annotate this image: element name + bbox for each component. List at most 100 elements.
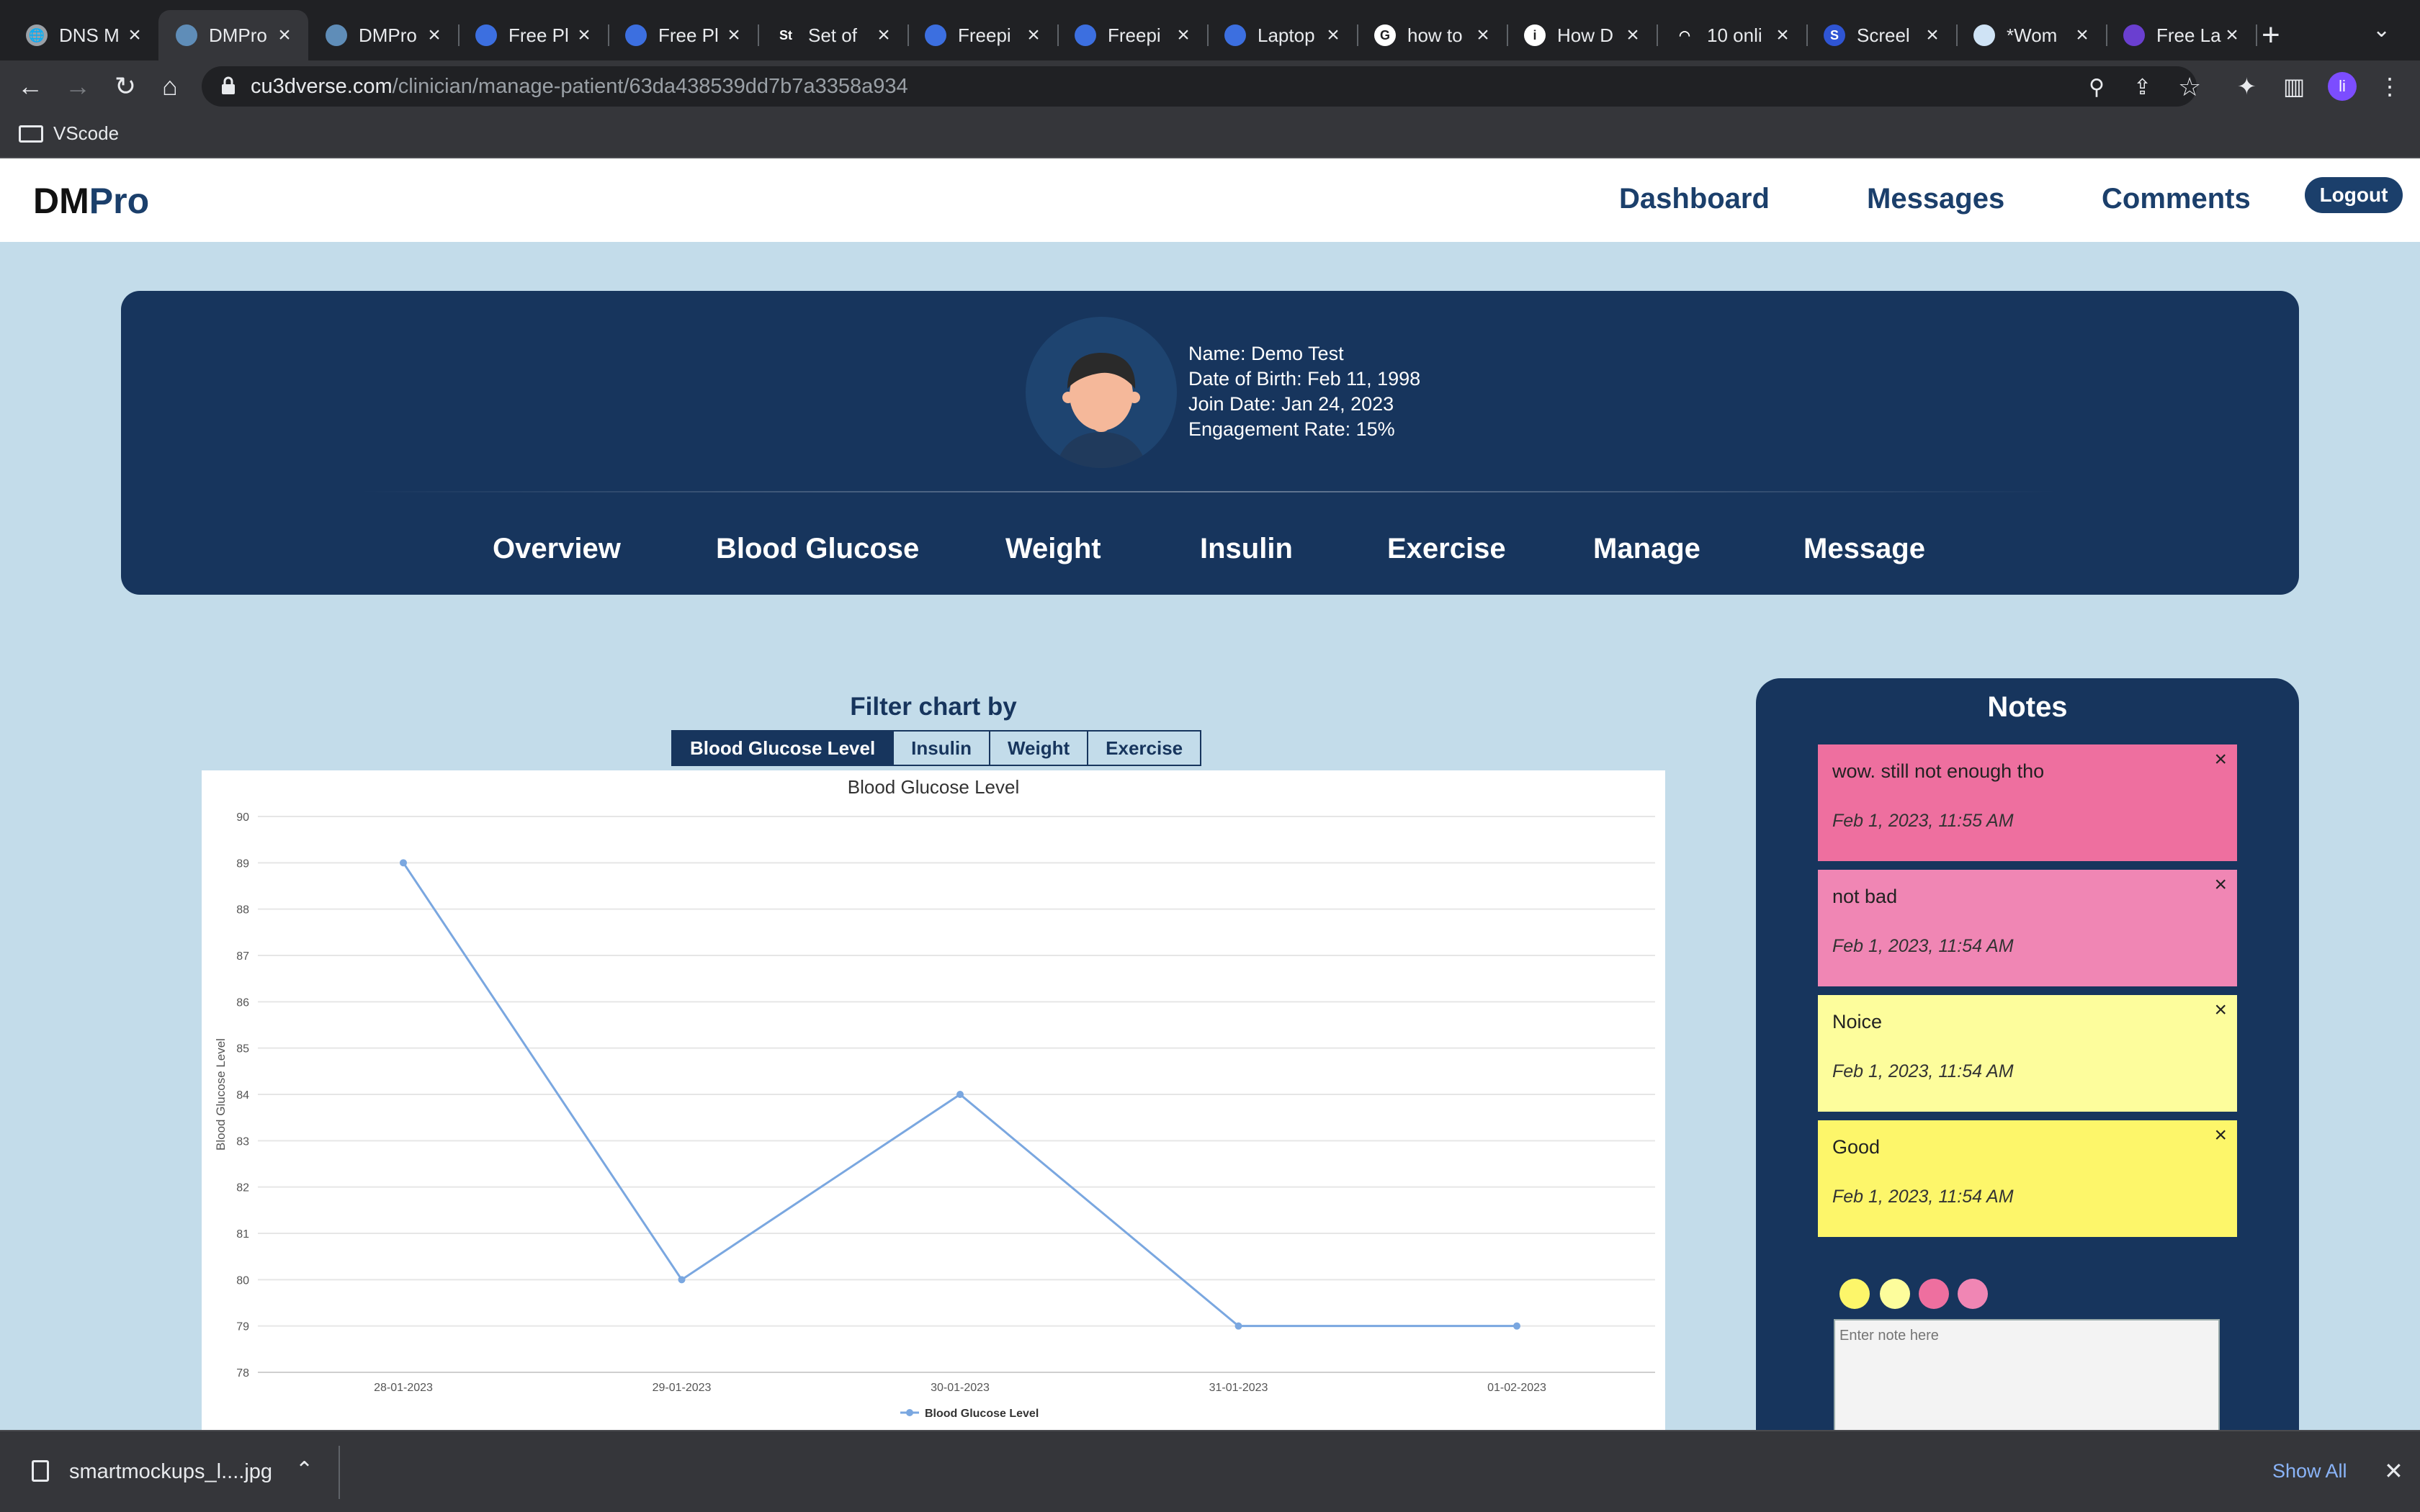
nav-messages[interactable]: Messages: [1867, 183, 2004, 215]
legend-marker: [906, 1409, 913, 1416]
x-tick-label: 29-01-2023: [653, 1382, 712, 1394]
browser-tab[interactable]: St Set of ×: [758, 10, 909, 60]
show-all-button[interactable]: Show All: [2272, 1460, 2347, 1482]
browser-tab[interactable]: 🌐 DNS M ×: [9, 10, 158, 60]
y-tick-label: 82: [236, 1182, 249, 1194]
reload-icon[interactable]: ↻: [111, 72, 140, 101]
close-tab-icon[interactable]: ×: [1023, 23, 1044, 48]
nav-dashboard[interactable]: Dashboard: [1619, 183, 1770, 215]
close-tab-icon[interactable]: ×: [1922, 23, 1943, 48]
y-tick-label: 80: [236, 1274, 249, 1287]
color-swatch-light-pink[interactable]: [1958, 1279, 1988, 1309]
data-point: [956, 1091, 964, 1098]
note-date: Feb 1, 2023, 11:54 AM: [1832, 936, 2014, 956]
close-tab-icon[interactable]: ×: [1173, 23, 1194, 48]
close-tab-icon[interactable]: ×: [2221, 23, 2243, 48]
y-tick-label: 86: [236, 996, 249, 1009]
back-arrow-icon[interactable]: ←: [16, 72, 45, 101]
tab-title: *Wom: [2007, 24, 2058, 46]
y-tick-label: 83: [236, 1135, 249, 1148]
browser-tab[interactable]: Freepi ×: [908, 10, 1059, 60]
note-text: wow. still not enough tho: [1832, 760, 2045, 782]
bookmark-star-icon[interactable]: ☆: [2178, 72, 2201, 102]
browser-tab[interactable]: *Wom ×: [1956, 10, 2107, 60]
kebab-menu-icon[interactable]: ⋮: [2378, 73, 2401, 99]
browser-tab[interactable]: Laptop ×: [1207, 10, 1358, 60]
dmpro-logo[interactable]: DMPro: [33, 180, 149, 222]
patient-profile-card: Name: Demo Test Date of Birth: Feb 11, 1…: [121, 291, 2299, 595]
browser-tab[interactable]: S Screel ×: [1806, 10, 1958, 60]
close-tab-icon[interactable]: ×: [424, 23, 445, 48]
extensions-icon[interactable]: ✦: [2237, 73, 2257, 99]
tab-title: Free La: [2156, 24, 2221, 46]
filter-exercise-button[interactable]: Exercise: [1088, 732, 1201, 765]
legend-label: Blood Glucose Level: [925, 1408, 1039, 1420]
tab-exercise[interactable]: Exercise: [1387, 533, 1506, 565]
browser-tab[interactable]: Free La ×: [2106, 10, 2257, 60]
nav-comments[interactable]: Comments: [2102, 183, 2251, 215]
profile-avatar[interactable]: li: [2328, 72, 2357, 101]
color-swatch-yellow[interactable]: [1839, 1279, 1870, 1309]
close-tab-icon[interactable]: ×: [1472, 23, 1494, 48]
patient-name: Name: Demo Test: [1188, 343, 1344, 364]
forward-arrow-icon[interactable]: →: [63, 72, 92, 101]
close-tab-icon[interactable]: ×: [2071, 23, 2093, 48]
tab-overview[interactable]: Overview: [493, 533, 621, 565]
browser-tab[interactable]: ◠ 10 onli ×: [1657, 10, 1808, 60]
close-icon[interactable]: ×: [2214, 998, 2227, 1022]
tab-title: DMPro: [209, 24, 267, 46]
note-input[interactable]: [1834, 1319, 2220, 1430]
x-tick-label: 31-01-2023: [1209, 1382, 1268, 1394]
home-icon[interactable]: ⌂: [156, 72, 184, 101]
close-tab-icon[interactable]: ×: [573, 23, 595, 48]
new-tab-button[interactable]: +: [2262, 17, 2280, 53]
browser-tab[interactable]: Free Pl ×: [608, 10, 759, 60]
share-icon[interactable]: ⇪: [2133, 75, 2151, 100]
close-tab-icon[interactable]: ×: [1322, 23, 1344, 48]
patient-dob: Date of Birth: Feb 11, 1998: [1188, 368, 1421, 390]
tab-weight[interactable]: Weight: [1005, 533, 1101, 565]
browser-tab[interactable]: DMPro ×: [158, 10, 308, 60]
browser-tab[interactable]: i How D ×: [1507, 10, 1658, 60]
filter-weight-button[interactable]: Weight: [990, 732, 1089, 765]
filter-insulin-button[interactable]: Insulin: [894, 732, 990, 765]
close-tab-icon[interactable]: ×: [1622, 23, 1644, 48]
x-tick-label: 30-01-2023: [931, 1382, 990, 1394]
bookmark-label: VScode: [53, 122, 120, 144]
close-tab-icon[interactable]: ×: [1772, 23, 1793, 48]
close-icon[interactable]: ×: [2214, 1123, 2227, 1148]
browser-tab[interactable]: Freepi ×: [1057, 10, 1209, 60]
close-tab-icon[interactable]: ×: [723, 23, 745, 48]
filter-blood-glucose-button[interactable]: Blood Glucose Level: [673, 732, 895, 765]
address-bar[interactable]: cu3dverse.com/clinician/manage-patient/6…: [202, 66, 2201, 107]
close-icon[interactable]: ×: [2214, 873, 2227, 897]
y-tick-label: 89: [236, 858, 249, 870]
close-icon[interactable]: ✕: [2384, 1457, 2403, 1485]
chevron-up-icon[interactable]: ⌃: [295, 1457, 313, 1482]
y-tick-label: 78: [236, 1367, 249, 1380]
color-swatch-pink[interactable]: [1919, 1279, 1949, 1309]
tab-title: Laptop: [1258, 24, 1315, 46]
close-tab-icon[interactable]: ×: [124, 23, 145, 48]
favicon-icon: [625, 24, 647, 46]
side-panel-icon[interactable]: ▥: [2283, 73, 2305, 99]
download-file-name[interactable]: smartmockups_l....jpg: [69, 1460, 272, 1484]
logout-button[interactable]: Logout: [2305, 177, 2403, 213]
zoom-icon[interactable]: ⚲: [2089, 75, 2105, 100]
lock-icon: [222, 76, 235, 94]
bookmark-vscode[interactable]: VScode: [19, 122, 119, 145]
note-text: Good: [1832, 1136, 1881, 1158]
person-avatar-icon: [1056, 353, 1147, 468]
browser-tab[interactable]: Free Pl ×: [458, 10, 609, 60]
close-tab-icon[interactable]: ×: [274, 23, 295, 48]
color-swatch-light-yellow[interactable]: [1880, 1279, 1910, 1309]
close-tab-icon[interactable]: ×: [873, 23, 895, 48]
close-icon[interactable]: ×: [2214, 747, 2227, 772]
tab-blood-glucose[interactable]: Blood Glucose: [716, 533, 919, 565]
tab-message[interactable]: Message: [1803, 533, 1925, 565]
browser-tab[interactable]: Ghow to ×: [1357, 10, 1508, 60]
tab-insulin[interactable]: Insulin: [1200, 533, 1293, 565]
tab-manage[interactable]: Manage: [1593, 533, 1700, 565]
browser-tab[interactable]: DMPro ×: [308, 10, 460, 60]
tab-search-chevron-icon[interactable]: ⌄: [2372, 17, 2390, 42]
